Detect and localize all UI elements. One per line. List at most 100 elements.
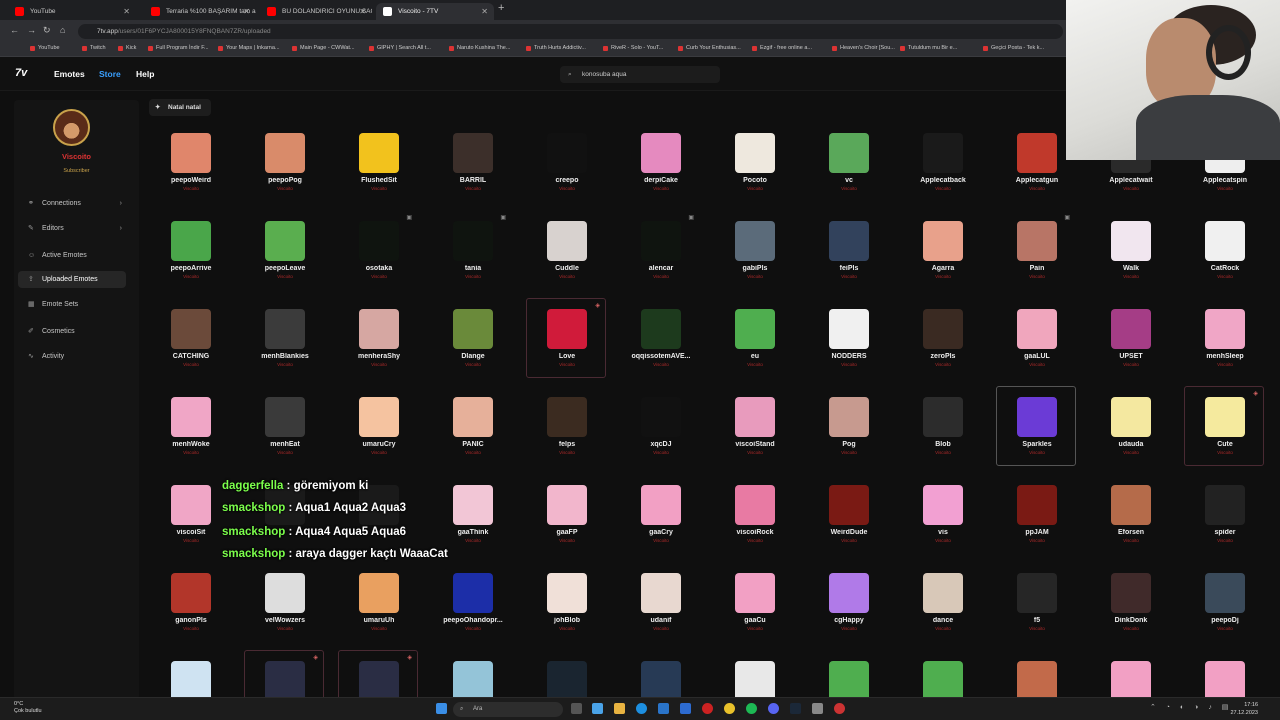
settings-icon[interactable] xyxy=(812,703,823,714)
emote-card[interactable]: udanif Viscoito xyxy=(620,562,700,642)
nav-emotes[interactable]: Emotes xyxy=(54,69,85,79)
bookmark-0[interactable]: YouTube xyxy=(30,45,60,51)
bookmark-11[interactable]: Ezgif - free online a... xyxy=(752,45,812,51)
emote-card[interactable]: ppJAM Viscoito xyxy=(996,474,1076,554)
bookmark-7[interactable]: Naruto Kushina The... xyxy=(449,45,510,51)
sidebar-item-activity[interactable]: ∿ Activity xyxy=(18,348,126,365)
start-icon[interactable] xyxy=(436,703,447,714)
emote-card[interactable]: cgHappy Viscoito xyxy=(808,562,888,642)
task-view-icon[interactable] xyxy=(571,703,582,714)
address-bar[interactable]: 7tv.app/users/01F6PYCJA800015Y8FNQBAN7ZR… xyxy=(78,24,1063,39)
emote-card[interactable]: Cuddle Viscoito xyxy=(526,210,606,290)
bookmark-14[interactable]: Geçici Posta - Tek k... xyxy=(983,45,1044,51)
weather-widget[interactable]: 0°C Çok bulutlu xyxy=(14,701,42,715)
7tv-logo[interactable]: 7v xyxy=(15,67,27,79)
bookmark-13[interactable]: Tutuldum mu Bir e... xyxy=(900,45,957,51)
emote-card[interactable]: Applecatgun Viscoito xyxy=(996,122,1076,202)
emote-card[interactable]: alencar Viscoito ▣ xyxy=(620,210,700,290)
emote-card[interactable]: Blob Viscoito xyxy=(902,386,982,466)
emote-card[interactable]: menhBlankies Viscoito xyxy=(244,298,324,378)
forward-icon[interactable]: → xyxy=(27,25,36,35)
tab-close-icon[interactable]: ✕ xyxy=(481,3,488,20)
emote-card[interactable]: vc Viscoito xyxy=(808,122,888,202)
emote-card[interactable]: udauda Viscoito xyxy=(1090,386,1170,466)
emote-card[interactable]: CatRock Viscoito xyxy=(1184,210,1264,290)
emote-card[interactable]: FlushedSit Viscoito xyxy=(338,122,418,202)
edge-icon[interactable] xyxy=(636,703,647,714)
emote-card[interactable]: viscoiSit Viscoito xyxy=(150,474,230,554)
emote-card[interactable]: dance Viscoito xyxy=(902,562,982,642)
emote-card[interactable]: gabiPls Viscoito xyxy=(714,210,794,290)
emote-card[interactable]: oqqissotemAVE... Viscoito xyxy=(620,298,700,378)
emote-card[interactable]: eu Viscoito xyxy=(714,298,794,378)
emote-card[interactable]: Eforsen Viscoito xyxy=(1090,474,1170,554)
emote-card[interactable]: derpiCake Viscoito xyxy=(620,122,700,202)
natal-natal-button[interactable]: ✦ Natal natal xyxy=(149,99,211,116)
reload-icon[interactable]: ↻ xyxy=(43,25,51,36)
home-icon[interactable]: ⌂ xyxy=(60,25,65,35)
opera-icon[interactable] xyxy=(702,703,713,714)
back-icon[interactable]: ← xyxy=(10,25,19,35)
emote-card[interactable]: Pog Viscoito xyxy=(808,386,888,466)
tab-close-icon[interactable]: ✕ xyxy=(243,3,250,20)
emote-card[interactable]: Love Viscoito ◈ xyxy=(526,298,606,378)
emote-card[interactable]: PANIC Viscoito xyxy=(432,386,512,466)
emote-card[interactable] xyxy=(714,650,794,697)
emote-card[interactable] xyxy=(808,650,888,697)
emote-card[interactable]: ◈ xyxy=(338,650,418,697)
emote-card[interactable]: Walk Viscoito xyxy=(1090,210,1170,290)
spotify-icon[interactable] xyxy=(746,703,757,714)
emote-card[interactable]: menheraShy Viscoito xyxy=(338,298,418,378)
emote-card[interactable]: peepoLeave Viscoito xyxy=(244,210,324,290)
browser-tab-0[interactable]: YouTube ✕ xyxy=(8,3,136,20)
avatar[interactable] xyxy=(53,109,90,146)
steam-icon[interactable] xyxy=(790,703,801,714)
nav-help[interactable]: Help xyxy=(136,69,154,79)
emote-card[interactable] xyxy=(996,650,1076,697)
sidebar-item-active-emotes[interactable]: ☺ Active Emotes xyxy=(18,247,126,264)
emote-card[interactable]: umaruCry Viscoito xyxy=(338,386,418,466)
emote-card[interactable]: Applecatback Viscoito xyxy=(902,122,982,202)
sidebar-item-uploaded-emotes[interactable]: ⇪ Uploaded Emotes xyxy=(18,271,126,288)
emote-card[interactable]: menhWoke Viscoito xyxy=(150,386,230,466)
emote-card[interactable]: WeirdDude Viscoito xyxy=(808,474,888,554)
emote-card[interactable]: NODDERS Viscoito xyxy=(808,298,888,378)
emote-card[interactable]: Dlange Viscoito xyxy=(432,298,512,378)
emote-card[interactable] xyxy=(620,650,700,697)
sidebar-item-editors[interactable]: ✎ Editors › xyxy=(18,220,126,237)
emote-card[interactable]: Cute Viscoito ◈ xyxy=(1184,386,1264,466)
emote-card[interactable]: BARRIL Viscoito xyxy=(432,122,512,202)
chrome-icon[interactable] xyxy=(724,703,735,714)
bookmark-3[interactable]: Full Program İndir F... xyxy=(148,45,209,51)
emote-card[interactable]: f5 Viscoito xyxy=(996,562,1076,642)
emote-card[interactable]: felps Viscoito xyxy=(526,386,606,466)
emote-card[interactable]: velWowzers Viscoito xyxy=(244,562,324,642)
emote-card[interactable]: UPSET Viscoito xyxy=(1090,298,1170,378)
emote-card[interactable]: Agarra Viscoito xyxy=(902,210,982,290)
nav-store[interactable]: Store xyxy=(99,69,121,79)
tab-close-icon[interactable]: ✕ xyxy=(123,3,130,20)
emote-card[interactable]: peepoDj Viscoito xyxy=(1184,562,1264,642)
tab-close-icon[interactable]: ✕ xyxy=(359,3,366,20)
emote-card[interactable]: osotaka Viscoito ▣ xyxy=(338,210,418,290)
emote-card[interactable]: menhEat Viscoito xyxy=(244,386,324,466)
emote-card[interactable]: peepoPog Viscoito xyxy=(244,122,324,202)
emote-card[interactable]: peepoArrive Viscoito xyxy=(150,210,230,290)
emote-card[interactable]: peepoOhandopr... Viscoito xyxy=(432,562,512,642)
emote-card[interactable]: Pain Viscoito ▣ xyxy=(996,210,1076,290)
emote-card[interactable]: gaaLUL Viscoito xyxy=(996,298,1076,378)
emote-card[interactable]: spider Viscoito xyxy=(1184,474,1264,554)
emote-card[interactable] xyxy=(1090,650,1170,697)
discord-icon[interactable] xyxy=(768,703,779,714)
browser-tab-3[interactable]: Viscoito - 7TV ✕ xyxy=(376,3,494,20)
emote-card[interactable]: DinkDonk Viscoito xyxy=(1090,562,1170,642)
emote-card[interactable]: Pocoto Viscoito xyxy=(714,122,794,202)
sidebar-item-cosmetics[interactable]: ✐ Cosmetics xyxy=(18,323,126,340)
emote-card[interactable]: ◈ xyxy=(244,650,324,697)
emote-card[interactable]: xqcDJ Viscoito xyxy=(620,386,700,466)
emote-card[interactable]: ganonPls Viscoito xyxy=(150,562,230,642)
bookmark-6[interactable]: GIPHY | Search All t... xyxy=(369,45,431,51)
emote-card[interactable]: viscoiStand Viscoito xyxy=(714,386,794,466)
file-explorer-icon[interactable] xyxy=(614,703,625,714)
bookmark-4[interactable]: Your Maps | Inkarna... xyxy=(218,45,280,51)
